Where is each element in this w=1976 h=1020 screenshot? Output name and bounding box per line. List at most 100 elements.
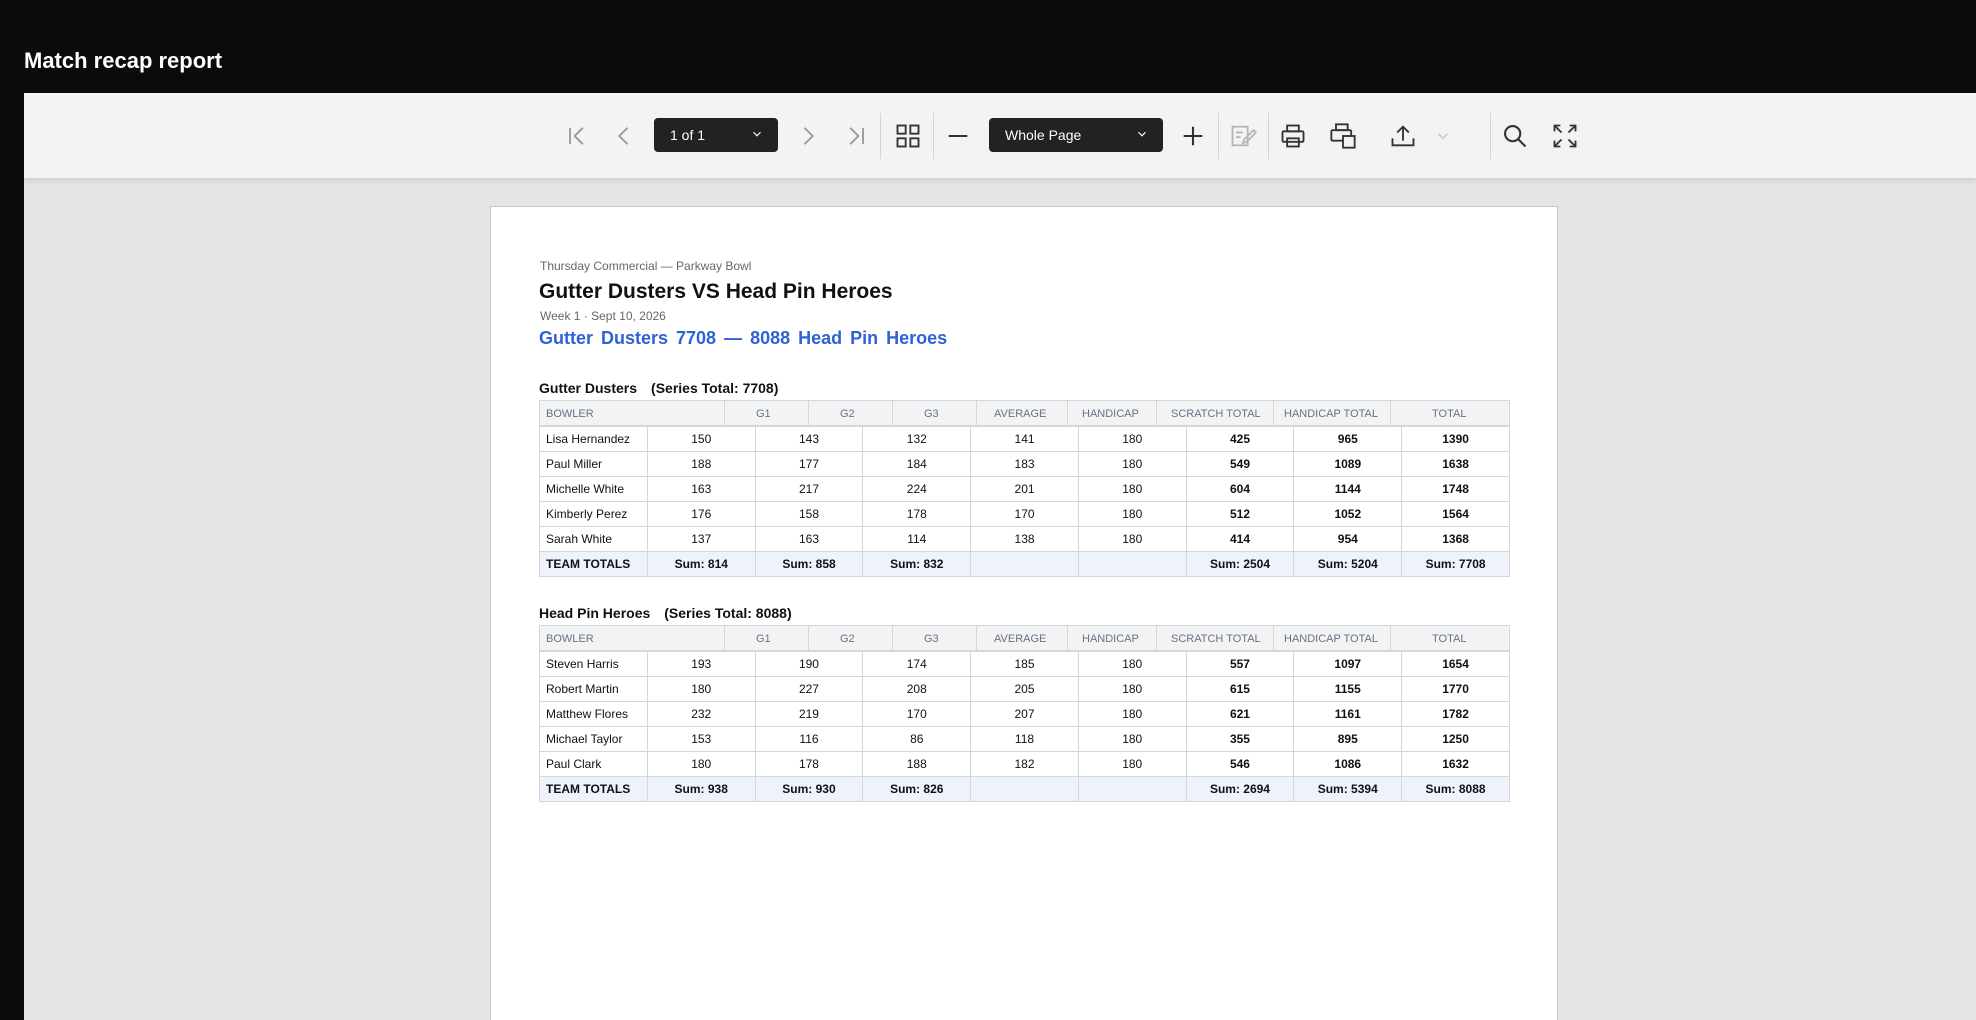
total-cell: Sum: 930 — [754, 776, 864, 802]
table-row: Robert Martin 180 227 208 205 180 615 1155 1770 — [539, 676, 1510, 702]
zoom-out-icon[interactable] — [941, 119, 975, 153]
score-cell: 1654 — [1401, 651, 1510, 677]
score-cell: 182 — [970, 751, 1079, 777]
page-select-value: 1 of 1 — [670, 127, 706, 143]
score-cell: 170 — [862, 701, 972, 727]
table-row: Lisa Hernandez 150 143 132 141 180 425 965 1390 — [539, 426, 1510, 452]
bowler-name: Paul Miller — [539, 451, 648, 477]
score-cell: 188 — [862, 751, 972, 777]
league-name: Thursday Commercial — Parkway Bowl — [540, 259, 752, 273]
table-row: Kimberly Perez 176 158 178 170 180 512 1052 1564 — [539, 501, 1510, 527]
column-header: AVERAGE — [994, 633, 1047, 645]
page-select[interactable]: 1 of 1 — [654, 118, 778, 152]
score-cell: 174 — [862, 651, 972, 677]
bowler-name: Lisa Hernandez — [539, 426, 648, 452]
team-totals-row: TEAM TOTALS Sum: 938 Sum: 930 Sum: 826 Sum: … — [539, 776, 1510, 802]
score-cell: 232 — [646, 701, 756, 727]
score-cell: 604 — [1185, 476, 1295, 502]
column-header: HANDICAP TOTAL — [1284, 408, 1378, 420]
search-icon[interactable] — [1498, 119, 1532, 153]
score-cell: 219 — [754, 701, 864, 727]
total-cell: Sum: 8088 — [1401, 776, 1510, 802]
score-cell: 1782 — [1401, 701, 1510, 727]
total-cell: Sum: 832 — [862, 551, 972, 577]
chevron-down-icon — [753, 131, 761, 137]
zoom-in-icon[interactable] — [1176, 119, 1210, 153]
score-cell: 425 — [1185, 426, 1295, 452]
first-page-icon[interactable] — [560, 119, 594, 153]
column-header: AVERAGE — [994, 408, 1047, 420]
column-header: G3 — [924, 408, 939, 420]
score-cell: 205 — [970, 676, 1079, 702]
column-header: G1 — [756, 408, 771, 420]
bowler-name: Sarah White — [539, 526, 648, 552]
score-cell: 1390 — [1401, 426, 1510, 452]
score-cell: 1155 — [1293, 676, 1403, 702]
score-cell: 178 — [754, 751, 864, 777]
column-header: HANDICAP — [1082, 408, 1139, 420]
score-cell: 176 — [646, 501, 756, 527]
chevron-down-icon — [1138, 131, 1146, 137]
bowler-name: Kimberly Perez — [539, 501, 648, 527]
next-page-icon[interactable] — [791, 119, 825, 153]
fullscreen-icon[interactable] — [1548, 119, 1582, 153]
score-cell: 414 — [1185, 526, 1295, 552]
score-cell: 180 — [646, 751, 756, 777]
score-cell: 1368 — [1401, 526, 1510, 552]
bowler-name: Paul Clark — [539, 751, 648, 777]
score-cell: 184 — [862, 451, 972, 477]
score-cell: 355 — [1185, 726, 1295, 752]
score-cell: 224 — [862, 476, 972, 502]
bowler-name: Robert Martin — [539, 676, 648, 702]
score-cell: 116 — [754, 726, 864, 752]
last-page-icon[interactable] — [839, 119, 873, 153]
report-viewer: 1 of 1 Whole Page Thursday Commercial — … — [24, 93, 1976, 1020]
total-cell: Sum: 2694 — [1185, 776, 1295, 802]
table-row: Michelle White 163 217 224 201 180 604 1144 1748 — [539, 476, 1510, 502]
total-cell: Sum: 2504 — [1185, 551, 1295, 577]
score-cell: 1144 — [1293, 476, 1403, 502]
export-options-icon[interactable] — [1426, 119, 1460, 153]
score-cell: 163 — [646, 476, 756, 502]
totals-label: TEAM TOTALS — [539, 551, 648, 577]
score-cell: 143 — [754, 426, 864, 452]
zoom-select[interactable]: Whole Page — [989, 118, 1163, 152]
score-cell: 185 — [970, 651, 1079, 677]
table-header: BOWLER G1 G2 G3 AVERAGE HANDICAP SCRATCH… — [539, 400, 1510, 427]
score-cell: 190 — [754, 651, 864, 677]
total-cell — [1077, 776, 1187, 802]
score-cell: 965 — [1293, 426, 1403, 452]
score-cell: 1250 — [1401, 726, 1510, 752]
score-cell: 1052 — [1293, 501, 1403, 527]
score-cell: 180 — [1077, 501, 1187, 527]
score-cell: 1638 — [1401, 451, 1510, 477]
team-name: Head Pin Heroes — [539, 605, 651, 621]
bowler-name: Matthew Flores — [539, 701, 648, 727]
previous-page-icon[interactable] — [607, 119, 641, 153]
table-row: Michael Taylor 153 116 86 118 180 355 895 1250 — [539, 726, 1510, 752]
print-icon[interactable] — [1276, 119, 1310, 153]
total-cell — [970, 776, 1079, 802]
bowler-name: Michelle White — [539, 476, 648, 502]
edit-parameters-icon[interactable] — [1226, 119, 1260, 153]
column-header: HANDICAP — [1082, 633, 1139, 645]
column-header: G2 — [840, 408, 855, 420]
score-cell: 118 — [970, 726, 1079, 752]
score-cell: 177 — [754, 451, 864, 477]
export-icon[interactable] — [1386, 119, 1420, 153]
column-header: BOWLER — [546, 408, 594, 420]
score-cell: 1564 — [1401, 501, 1510, 527]
column-header: BOWLER — [546, 633, 594, 645]
total-cell: Sum: 7708 — [1401, 551, 1510, 577]
score-cell: 180 — [1077, 676, 1187, 702]
toolbar-divider — [933, 113, 934, 159]
viewer-toolbar: 1 of 1 Whole Page — [24, 93, 1976, 178]
print-page-icon[interactable] — [1326, 119, 1360, 153]
score-cell: 180 — [646, 676, 756, 702]
score-cell: 170 — [970, 501, 1079, 527]
column-header: SCRATCH TOTAL — [1171, 408, 1261, 420]
total-cell — [1077, 551, 1187, 577]
thumbnails-icon[interactable] — [891, 119, 925, 153]
app-title: Match recap report — [24, 48, 223, 73]
total-cell: Sum: 814 — [646, 551, 756, 577]
